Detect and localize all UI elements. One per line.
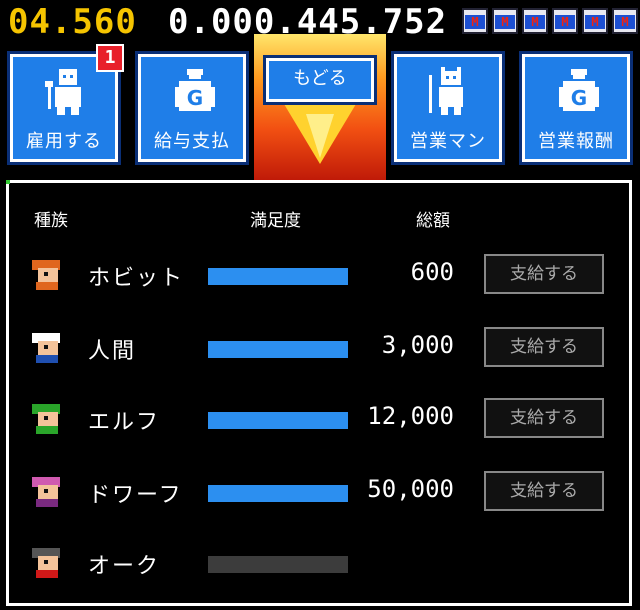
total-amount: 50,000 xyxy=(367,475,454,503)
header-race: 種族 xyxy=(34,211,68,231)
race-name: ホビット xyxy=(88,266,185,291)
energy-can-icon: M xyxy=(612,8,638,34)
race-name: エルフ xyxy=(88,410,161,435)
satisfaction-bar xyxy=(208,268,348,285)
money-bag-icon: G xyxy=(175,69,215,111)
pay-button[interactable]: 支給する xyxy=(484,254,604,294)
satisfaction-fill xyxy=(208,268,348,285)
energy-can-icon: M xyxy=(552,8,578,34)
satisfaction-bar xyxy=(208,485,348,502)
svg-text:G: G xyxy=(571,86,587,110)
race-name: オーク xyxy=(88,554,161,579)
race-name: ドワーフ xyxy=(88,483,183,508)
energy-can-icon: M xyxy=(492,8,518,34)
pay-button[interactable]: 支給する xyxy=(484,471,604,511)
satisfaction-fill xyxy=(208,412,348,429)
svg-text:G: G xyxy=(187,86,203,110)
back-button[interactable]: もどる xyxy=(266,58,374,102)
sales-reward-label: 営業報酬 xyxy=(538,131,614,152)
race-avatar-icon xyxy=(30,548,64,578)
energy-can-icon: M xyxy=(462,8,488,34)
table-row: エルフ 12,000 支給する xyxy=(30,398,610,442)
satisfaction-bar xyxy=(208,412,348,429)
pay-button[interactable]: 支給する xyxy=(484,327,604,367)
fire-effect xyxy=(254,34,386,180)
race-avatar-icon xyxy=(30,333,64,363)
satisfaction-fill xyxy=(208,341,348,358)
energy-cans: M M M M M M xyxy=(462,8,638,34)
header-satisfaction: 満足度 xyxy=(250,211,301,231)
pay-button[interactable]: 支給する xyxy=(484,398,604,438)
salesman-button[interactable]: 営業マン xyxy=(394,54,502,162)
header-total: 総額 xyxy=(416,211,450,231)
table-row: 人間 3,000 支給する xyxy=(30,327,610,371)
panel-corner-marker xyxy=(6,180,10,184)
sales-reward-button[interactable]: G 営業報酬 xyxy=(522,54,630,162)
salesman-label: 営業マン xyxy=(410,131,486,152)
worker-icon xyxy=(45,69,81,115)
table-row: ドワーフ 50,000 支給する xyxy=(30,471,610,515)
money-bag-icon: G xyxy=(559,69,599,111)
total-amount: 600 xyxy=(410,258,454,286)
energy-can-icon: M xyxy=(582,8,608,34)
salesman-icon xyxy=(429,67,463,115)
timer-readout: 04.560 xyxy=(8,2,137,42)
salary-payment-button[interactable]: G 給与支払 xyxy=(138,54,246,162)
total-amount: 12,000 xyxy=(367,402,454,430)
race-avatar-icon xyxy=(30,404,64,434)
race-avatar-icon xyxy=(30,477,64,507)
table-row: ホビット 600 支給する xyxy=(30,254,610,298)
salary-payment-label: 給与支払 xyxy=(154,131,230,152)
satisfaction-fill xyxy=(208,485,348,502)
satisfaction-bar xyxy=(208,556,348,573)
energy-can-icon: M xyxy=(522,8,548,34)
notification-badge: 1 xyxy=(96,44,124,72)
race-avatar-icon xyxy=(30,260,64,290)
hire-label: 雇用する xyxy=(26,131,102,152)
total-amount: 3,000 xyxy=(381,331,454,359)
satisfaction-bar xyxy=(208,341,348,358)
table-row: オーク xyxy=(30,542,610,586)
race-name: 人間 xyxy=(88,339,137,364)
